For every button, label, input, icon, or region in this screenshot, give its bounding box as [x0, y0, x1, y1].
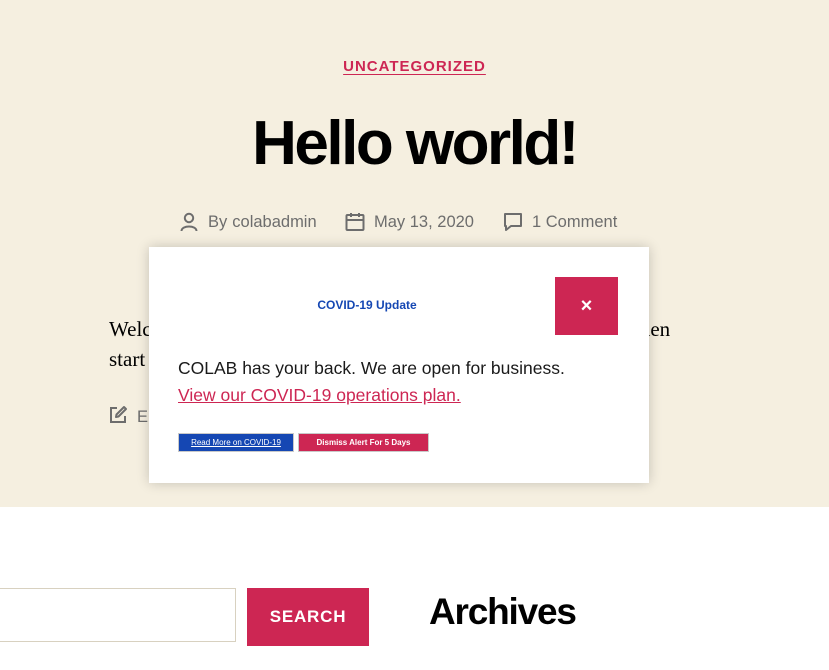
body-line1-start: Welc: [109, 317, 152, 341]
comment-icon: [503, 212, 523, 232]
edit-post[interactable]: E: [108, 405, 148, 430]
close-icon: ×: [580, 294, 593, 317]
author-prefix: By: [208, 212, 228, 231]
date-link[interactable]: May 13, 2020: [374, 213, 474, 232]
edit-label[interactable]: E: [137, 408, 148, 427]
dismiss-alert-button[interactable]: Dismiss Alert For 5 Days: [298, 433, 429, 452]
edit-icon: [108, 405, 128, 430]
search-input[interactable]: [0, 588, 236, 642]
body-line2-start: start: [109, 347, 146, 371]
operations-plan-link[interactable]: View our COVID-19 operations plan.: [178, 382, 461, 408]
post-date: May 13, 2020: [345, 211, 474, 233]
alert-message: COLAB has your back. We are open for bus…: [178, 358, 565, 378]
covid-alert-modal: COVID-19 Update × COLAB has your back. W…: [149, 247, 649, 483]
close-button[interactable]: ×: [555, 277, 618, 335]
post-comments: 1 Comment: [503, 211, 617, 233]
post-category: UNCATEGORIZED: [0, 58, 829, 76]
category-link[interactable]: UNCATEGORIZED: [343, 58, 486, 75]
search-button[interactable]: SEARCH: [247, 588, 369, 646]
comments-link[interactable]: 1 Comment: [532, 213, 617, 232]
post-author: By colabadmin: [179, 211, 317, 233]
calendar-icon: [345, 212, 365, 232]
author-link[interactable]: colabadmin: [232, 213, 316, 232]
read-more-button[interactable]: Read More on COVID-19: [178, 433, 294, 452]
person-icon: [179, 212, 199, 232]
archives-heading: Archives: [429, 591, 577, 632]
post-title: Hello world!: [252, 109, 579, 178]
alert-heading: COVID-19 Update: [317, 298, 417, 312]
